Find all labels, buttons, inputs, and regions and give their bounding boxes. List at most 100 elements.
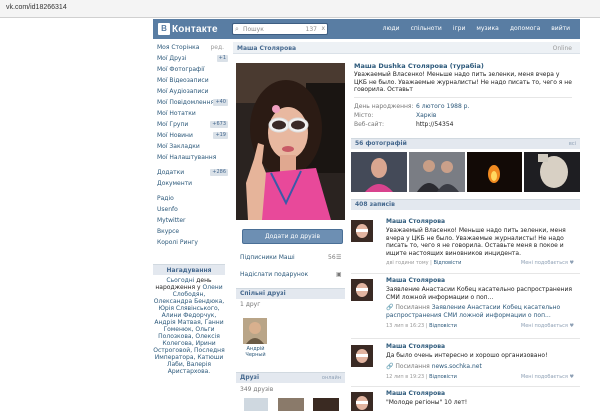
sidebar-item-groups[interactable]: Мої Групи +673 bbox=[153, 119, 229, 130]
city-label: Місто: bbox=[354, 112, 374, 119]
add-to-friends-button[interactable]: Додати до друзів bbox=[242, 229, 343, 244]
profile-photo[interactable] bbox=[236, 63, 345, 220]
wall-post: Маша Столярова "Молоде регіоны" 10 лет! bbox=[351, 390, 580, 411]
send-gift-link[interactable]: Надіслати подарунок ▣ bbox=[240, 271, 342, 278]
sidebar-item-label: Mytwitter bbox=[157, 217, 186, 224]
sidebar-item-audio[interactable]: Мої Аудіозаписи bbox=[153, 86, 229, 97]
nav-help[interactable]: допомога bbox=[510, 25, 540, 32]
search-clear-icon[interactable]: х bbox=[321, 25, 325, 32]
top-header: В Контакте ⌕ Пошук 137 х люди спільноти … bbox=[153, 19, 580, 39]
post-time[interactable]: дві години тому bbox=[386, 260, 429, 266]
sidebar-item-label: Мої Повідомлення bbox=[157, 99, 215, 106]
post-author[interactable]: Маша Столярова bbox=[386, 343, 445, 350]
avatar[interactable] bbox=[351, 392, 373, 411]
photos-header[interactable]: 56 фотографій всі bbox=[351, 138, 580, 149]
sidebar-item-messages[interactable]: Мої Повідомлення +40 bbox=[153, 97, 229, 108]
like-button[interactable]: Мені подобається ♥ bbox=[521, 323, 574, 329]
edit-link[interactable]: ред. bbox=[210, 42, 224, 53]
vk-logo[interactable]: В Контакте bbox=[158, 23, 218, 35]
sidebar-item-kings-of-ring[interactable]: Королі Рингу bbox=[153, 237, 229, 248]
birthday-value[interactable]: 6 лютого 1988 р. bbox=[416, 103, 469, 110]
sidebar-item-apps[interactable]: Додатки +286 bbox=[153, 167, 229, 178]
photo-thumb[interactable] bbox=[351, 152, 407, 192]
avatar[interactable] bbox=[351, 345, 373, 367]
like-button[interactable]: Мені подобається ♥ bbox=[521, 374, 574, 380]
sidebar-item-my-page[interactable]: Моя Сторінка ред. bbox=[153, 42, 229, 53]
subscribers-link[interactable]: Підписники Маші 56 ☰ bbox=[240, 254, 341, 261]
reminder-names[interactable]: Олени Слободян, Олександра Бендюка, Юрія… bbox=[153, 284, 224, 375]
photo-thumb[interactable] bbox=[409, 152, 465, 192]
nav-games[interactable]: ігри bbox=[453, 25, 466, 32]
sidebar-item-label: Радіо bbox=[157, 195, 174, 202]
divider bbox=[351, 338, 580, 339]
sidebar-item-label: Мої Закладки bbox=[157, 143, 200, 150]
sidebar-item-label: Мої Нотатки bbox=[157, 110, 196, 117]
url-text[interactable]: vk.com/id18266314 bbox=[6, 4, 67, 11]
sidebar-item-photos[interactable]: Мої Фотографії bbox=[153, 64, 229, 75]
common-friends-header[interactable]: Спільні друзі bbox=[236, 288, 345, 299]
vk-logo-text: Контакте bbox=[172, 23, 218, 35]
sidebar-item-documents[interactable]: Документи bbox=[153, 178, 229, 189]
nav-logout[interactable]: вийти bbox=[551, 25, 570, 32]
friend-thumb[interactable] bbox=[313, 398, 339, 411]
wall-post: Маша Столярова Да было очень интересно и… bbox=[351, 343, 580, 383]
divider bbox=[351, 273, 580, 274]
vk-logo-icon: В bbox=[158, 23, 170, 35]
like-button[interactable]: Мені подобається ♥ bbox=[521, 260, 574, 266]
sidebar-item-label: Мої Відеозаписи bbox=[157, 77, 209, 84]
attachment-link[interactable]: news.sochka.net bbox=[432, 363, 482, 370]
reply-link[interactable]: Відповісти bbox=[429, 374, 457, 380]
post-author[interactable]: Маша Столярова bbox=[386, 277, 445, 284]
top-nav: люди спільноти ігри музика допомога вийт… bbox=[372, 25, 570, 32]
sidebar-item-bookmarks[interactable]: Мої Закладки bbox=[153, 141, 229, 152]
friend-thumb[interactable] bbox=[244, 398, 268, 411]
heart-icon: ♥ bbox=[569, 374, 574, 380]
profile-status[interactable]: Уважаемый Власенко! Меньше надо пить зел… bbox=[354, 71, 572, 94]
photos-strip bbox=[351, 152, 580, 193]
friends-title: Друзі bbox=[240, 374, 260, 381]
sidebar-item-news[interactable]: Мої Новини +19 bbox=[153, 130, 229, 141]
photos-all-link[interactable]: всі bbox=[569, 139, 576, 149]
sidebar-item-notes[interactable]: Мої Нотатки bbox=[153, 108, 229, 119]
reminder-today[interactable]: Сьогодні bbox=[166, 277, 194, 284]
wall-post: Маша Столярова Уважаемый Власенко! Меньш… bbox=[351, 218, 580, 270]
reply-link[interactable]: Відповісти bbox=[433, 260, 461, 266]
photo-thumb[interactable] bbox=[524, 152, 580, 192]
sidebar-item-radio[interactable]: Радіо bbox=[153, 193, 229, 204]
photo-thumb[interactable] bbox=[467, 152, 522, 192]
city-value[interactable]: Харків bbox=[416, 112, 436, 119]
wall-post: Маша Столярова Заявление Анастасии Кобец… bbox=[351, 277, 580, 335]
nav-music[interactable]: музика bbox=[476, 25, 498, 32]
sidebar-item-videos[interactable]: Мої Відеозаписи bbox=[153, 75, 229, 86]
post-author[interactable]: Маша Столярова bbox=[386, 390, 445, 397]
like-label: Мені подобається bbox=[520, 323, 568, 329]
sidebar-item-vkurse[interactable]: Вкурсе bbox=[153, 226, 229, 237]
search-input[interactable]: ⌕ Пошук 137 х bbox=[232, 23, 328, 35]
friend-thumb[interactable] bbox=[278, 398, 304, 411]
sidebar-item-friends[interactable]: Мої Друзі +1 bbox=[153, 53, 229, 64]
post-time[interactable]: 13 лип в 16:23 bbox=[386, 323, 424, 329]
post-attachment: 🔗 Посилання news.sochka.net bbox=[386, 363, 482, 370]
attachment-label: Посилання bbox=[395, 363, 430, 370]
sidebar-item-mytwitter[interactable]: Mytwitter bbox=[153, 215, 229, 226]
sidebar-item-settings[interactable]: Мої Налаштування bbox=[153, 152, 229, 163]
friends-online-link[interactable]: онлайн bbox=[322, 373, 341, 383]
friend-name[interactable]: Андрій Черный bbox=[242, 346, 269, 358]
send-gift-label: Надіслати подарунок bbox=[240, 271, 309, 278]
post-meta: дві години тому | Відповісти bbox=[386, 260, 462, 266]
address-bar[interactable]: vk.com/id18266314 bbox=[0, 0, 600, 18]
count-badge: +40 bbox=[213, 99, 228, 106]
friends-header[interactable]: Друзі онлайн bbox=[236, 372, 345, 383]
website-value[interactable]: http://54354 bbox=[416, 121, 453, 128]
sidebar-item-usenfo[interactable]: Usenfo bbox=[153, 204, 229, 215]
friend-avatar[interactable] bbox=[243, 318, 267, 344]
wall-header[interactable]: 408 записів bbox=[351, 199, 580, 210]
nav-people[interactable]: люди bbox=[383, 25, 400, 32]
reply-link[interactable]: Відповісти bbox=[429, 323, 457, 329]
nav-communities[interactable]: спільноти bbox=[411, 25, 442, 32]
post-author[interactable]: Маша Столярова bbox=[386, 218, 445, 225]
post-time[interactable]: 12 лип в 19:23 bbox=[386, 374, 424, 380]
avatar[interactable] bbox=[351, 279, 373, 301]
avatar[interactable] bbox=[351, 220, 373, 242]
sidebar-item-label: Мої Фотографії bbox=[157, 66, 205, 73]
